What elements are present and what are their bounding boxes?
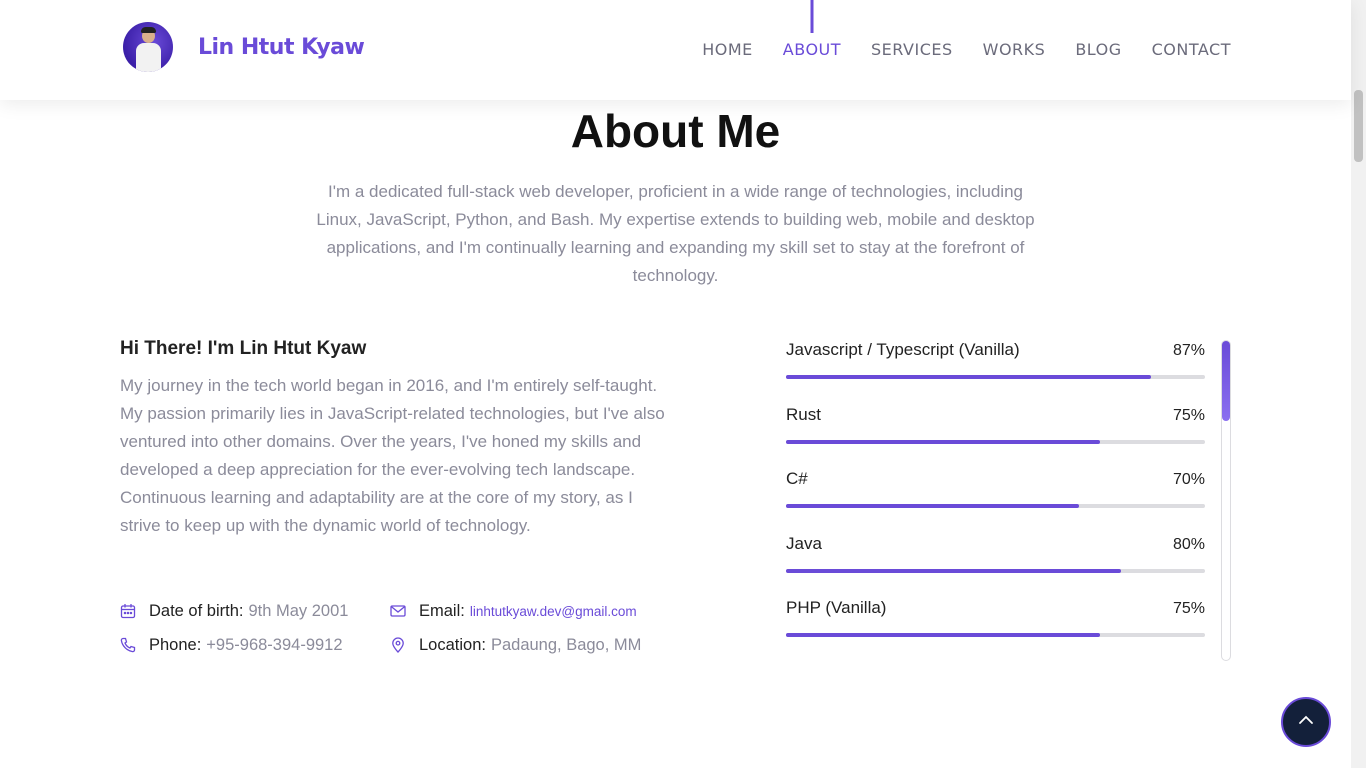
skill-percent: 70%: [1172, 471, 1205, 488]
active-nav-indicator: [810, 0, 814, 33]
chevron-up-icon: [1296, 710, 1316, 734]
skill-progress-fill: [786, 375, 1151, 379]
location-value: Padaung, Bago, MM: [490, 635, 642, 654]
skill-progress-fill: [786, 504, 1080, 508]
skill-progress-track: [786, 375, 1205, 379]
phone-icon: [120, 637, 136, 653]
logo[interactable]: Lin Htut Kyaw: [123, 22, 365, 72]
mail-icon: [390, 603, 406, 619]
page-scroll-thumb[interactable]: [1354, 90, 1363, 162]
skill-item: Rust 75%: [786, 405, 1205, 470]
skill-name: Java: [786, 533, 822, 553]
skill-progress-track: [786, 504, 1205, 508]
skill-item: Java 80%: [786, 534, 1205, 599]
brand-name[interactable]: Lin Htut Kyaw: [198, 35, 365, 60]
section-title: About Me: [570, 105, 781, 157]
about-intro: I'm a dedicated full-stack web developer…: [316, 182, 1035, 285]
email-item: Email: linhtutkyaw.dev@gmail.com: [390, 602, 637, 621]
skill-progress-fill: [786, 439, 1101, 444]
story-text: My journey in the tech world began in 20…: [120, 376, 665, 535]
skill-item: Javascript / Typescript (Vanilla) 87%: [786, 340, 1205, 405]
skill-percent: 80%: [1172, 535, 1205, 553]
nav-works[interactable]: WORKS: [983, 40, 1046, 59]
email-link[interactable]: linhtutkyaw.dev@gmail.com: [470, 604, 637, 619]
map-pin-icon: [390, 637, 406, 653]
location-item: Location: Padaung, Bago, MM: [390, 636, 641, 655]
skill-name: Javascript / Typescript (Vanilla): [786, 340, 1020, 359]
nav-about-label: ABOUT: [782, 40, 842, 59]
skills-scroll-thumb[interactable]: [1222, 341, 1230, 421]
skill-name: C#: [786, 469, 808, 488]
calendar-icon: [120, 603, 136, 619]
nav-blog[interactable]: BLOG: [1075, 40, 1121, 59]
skill-progress-track: [786, 439, 1205, 444]
dob-item: Date of birth: 9th May 2001: [120, 602, 390, 621]
nav-about[interactable]: ABOUT: [782, 0, 842, 59]
phone-item: Phone: +95-968-394-9912: [120, 636, 390, 655]
phone-label: Phone:: [149, 635, 202, 654]
skill-percent: 87%: [1172, 342, 1205, 359]
nav-contact[interactable]: CONTACT: [1152, 40, 1231, 59]
skill-progress-fill: [786, 633, 1101, 637]
skills-list: Javascript / Typescript (Vanilla) 87% Ru…: [786, 340, 1205, 663]
skill-name: PHP (Vanilla): [786, 598, 887, 617]
skill-progress-fill: [786, 568, 1122, 573]
personal-info: Date of birth: 9th May 2001 Email: linht…: [120, 594, 680, 662]
page-scrollbar[interactable]: [1351, 0, 1366, 768]
skill-percent: 75%: [1172, 406, 1205, 424]
skill-item: PHP (Vanilla) 75%: [786, 598, 1205, 663]
nav-home[interactable]: HOME: [702, 40, 753, 59]
skills-scrollbar[interactable]: [1221, 340, 1231, 661]
phone-value: +95-968-394-9912: [206, 635, 343, 654]
nav-services[interactable]: SERVICES: [871, 40, 953, 59]
skill-item: C# 70%: [786, 469, 1205, 534]
email-label: Email:: [419, 601, 465, 620]
dob-value: 9th May 2001: [248, 601, 349, 620]
site-header: Lin Htut Kyaw HOME ABOUT SERVICES WORKS …: [0, 0, 1351, 100]
skill-percent: 75%: [1172, 600, 1205, 617]
about-story: Hi There! I'm Lin Htut Kyaw My journey i…: [120, 338, 665, 540]
skill-name: Rust: [786, 404, 821, 424]
dob-label: Date of birth:: [149, 601, 244, 620]
greeting-heading: Hi There! I'm Lin Htut Kyaw: [120, 338, 367, 359]
skill-progress-track: [786, 633, 1205, 637]
back-to-top-button[interactable]: [1281, 697, 1331, 747]
skill-progress-track: [786, 568, 1205, 573]
main-nav: HOME ABOUT SERVICES WORKS BLOG CONTACT: [702, 0, 1231, 59]
avatar: [123, 22, 173, 72]
location-label: Location:: [419, 635, 486, 654]
